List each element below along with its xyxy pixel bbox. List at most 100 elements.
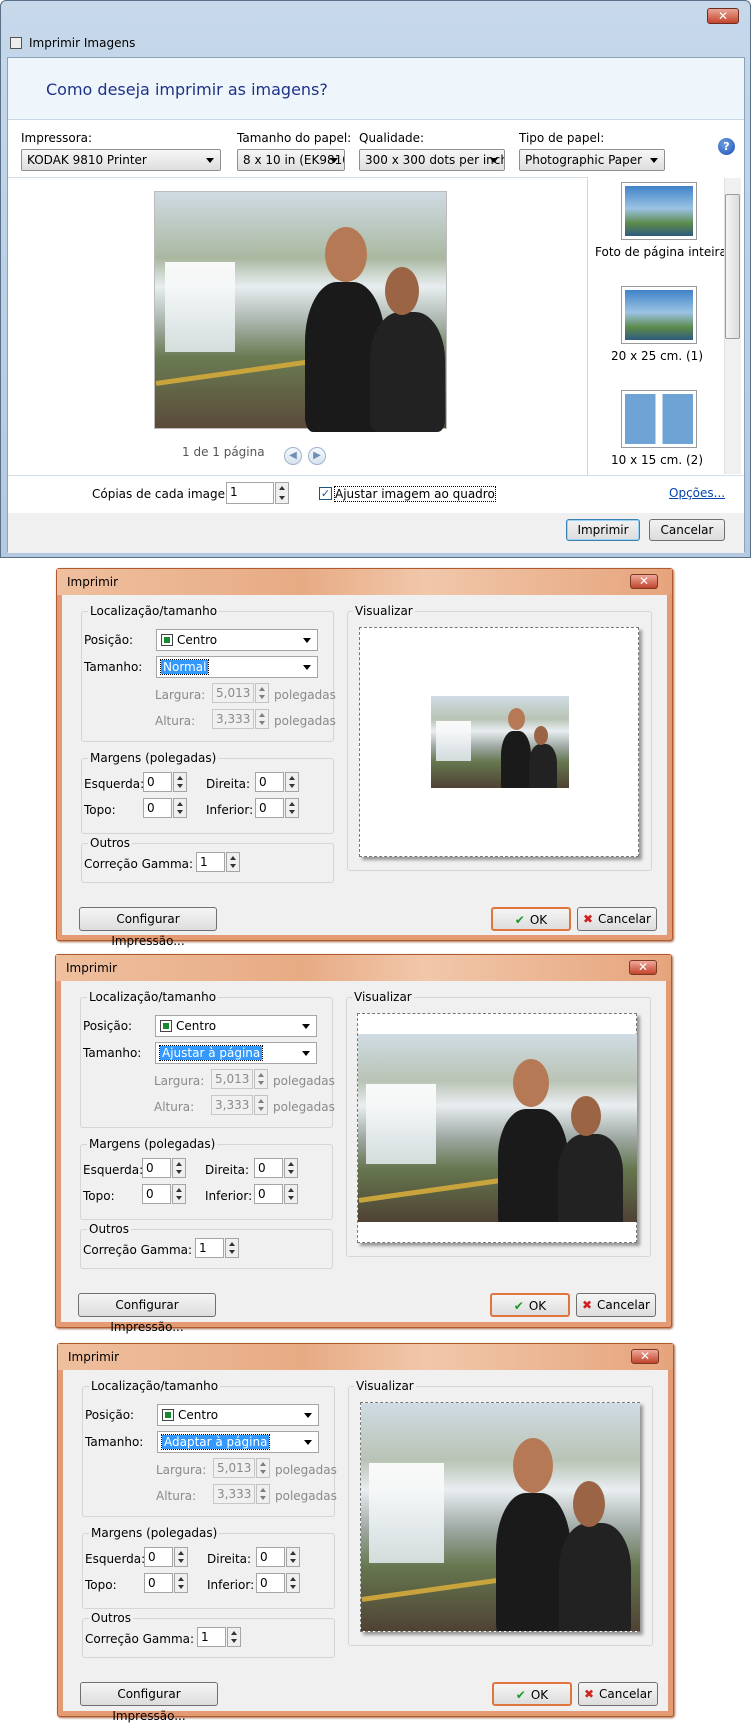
paper-size-select[interactable]: 8 x 10 in (EK9810 xyxy=(237,149,345,171)
left-margin-spinner[interactable] xyxy=(172,1158,186,1178)
top-margin-spinner[interactable] xyxy=(174,1573,188,1593)
close-button[interactable]: ✕ xyxy=(630,574,658,589)
top-margin-label: Topo: xyxy=(85,1578,117,1592)
height-spinner[interactable] xyxy=(255,709,269,729)
gamma-input[interactable]: 1 xyxy=(196,852,225,872)
layout-thumb-10x15[interactable] xyxy=(621,390,697,448)
gamma-label: Correção Gamma: xyxy=(83,1243,193,1257)
right-margin-input[interactable]: 0 xyxy=(256,1547,285,1567)
position-select[interactable]: Centro xyxy=(155,1015,317,1037)
print-pictures-window: ✕ Imprimir Imagens Como deseja imprimir … xyxy=(0,0,751,558)
close-button[interactable]: ✕ xyxy=(629,960,657,975)
print-setup-button[interactable]: Configurar Impressão... xyxy=(79,907,217,948)
bottom-margin-spinner[interactable] xyxy=(284,1184,298,1204)
left-margin-label: Esquerda: xyxy=(84,777,145,791)
printer-icon xyxy=(10,37,22,49)
window-close-button[interactable]: ✕ xyxy=(707,8,739,24)
layout-label-10x15[interactable]: 10 x 15 cm. (2) xyxy=(595,453,719,467)
print-setup-button[interactable]: Configurar Impressão... xyxy=(78,1293,216,1334)
width-spinner[interactable] xyxy=(255,683,269,703)
printer-select[interactable]: KODAK 9810 Printer xyxy=(21,149,221,171)
position-select[interactable]: Centro xyxy=(157,1404,319,1426)
gamma-spinner[interactable] xyxy=(226,852,240,872)
right-margin-spinner[interactable] xyxy=(285,772,299,792)
right-margin-spinner[interactable] xyxy=(284,1158,298,1178)
width-spinner[interactable] xyxy=(254,1069,268,1089)
position-select[interactable]: Centro xyxy=(156,629,318,651)
gamma-input[interactable]: 1 xyxy=(195,1238,224,1258)
top-margin-input[interactable]: 0 xyxy=(142,1184,171,1204)
paper-type-select[interactable]: Photographic Paper xyxy=(519,149,665,171)
top-margin-spinner[interactable] xyxy=(172,1184,186,1204)
bottom-margin-spinner[interactable] xyxy=(286,1573,300,1593)
left-margin-input[interactable]: 0 xyxy=(144,1547,173,1567)
width-input[interactable]: 5,013 xyxy=(211,1069,253,1089)
gamma-spinner[interactable] xyxy=(225,1238,239,1258)
top-margin-spinner[interactable] xyxy=(173,798,187,818)
cancel-button[interactable]: ✖ Cancelar xyxy=(576,1293,656,1317)
dialog-body: Localização/tamanho Posição: Centro Tama… xyxy=(61,981,666,1334)
size-select[interactable]: Adaptar à página xyxy=(157,1431,319,1453)
woman-figure xyxy=(559,1523,631,1631)
woman-face xyxy=(534,726,548,745)
quality-select[interactable]: 300 x 300 dots per inch xyxy=(359,149,505,171)
bottom-margin-input[interactable]: 0 xyxy=(255,798,284,818)
height-input[interactable]: 3,333 xyxy=(212,709,254,729)
right-margin-spinner[interactable] xyxy=(286,1547,300,1567)
preview-photo xyxy=(361,1403,640,1631)
right-margin-input[interactable]: 0 xyxy=(254,1158,283,1178)
gamma-input[interactable]: 1 xyxy=(197,1627,226,1647)
chevron-down-icon xyxy=(206,158,214,163)
height-input[interactable]: 3,333 xyxy=(213,1484,255,1504)
left-margin-spinner[interactable] xyxy=(173,772,187,792)
close-button[interactable]: ✕ xyxy=(631,1349,659,1364)
copies-input[interactable]: 1 xyxy=(226,482,274,504)
layout-label-full-page[interactable]: Foto de página inteira xyxy=(595,245,727,259)
ok-button[interactable]: ✔ OK xyxy=(490,1293,570,1317)
size-select[interactable]: Normal xyxy=(156,656,318,678)
ok-button[interactable]: ✔ OK xyxy=(491,907,571,931)
left-margin-input[interactable]: 0 xyxy=(142,1158,171,1178)
width-input[interactable]: 5,013 xyxy=(212,683,254,703)
scrollbar-thumb[interactable] xyxy=(725,194,740,339)
top-margin-input[interactable]: 0 xyxy=(143,798,172,818)
cancel-button[interactable]: ✖ Cancelar xyxy=(577,907,657,931)
ok-button[interactable]: ✔ OK xyxy=(492,1682,572,1706)
man-face xyxy=(513,1438,553,1493)
width-spinner[interactable] xyxy=(256,1458,270,1478)
fit-checkbox[interactable]: ✓ xyxy=(319,487,332,500)
height-unit: polegadas xyxy=(273,1100,335,1114)
print-setup-button[interactable]: Configurar Impressão... xyxy=(80,1682,218,1723)
width-unit: polegadas xyxy=(274,688,336,702)
bottom-margin-input[interactable]: 0 xyxy=(254,1184,283,1204)
previous-page-icon[interactable]: ◀ xyxy=(284,447,302,465)
ok-label: OK xyxy=(529,913,548,927)
size-select[interactable]: Ajustar à página xyxy=(155,1042,317,1064)
copies-spinner[interactable] xyxy=(275,482,289,504)
height-input[interactable]: 3,333 xyxy=(211,1095,253,1115)
next-page-icon[interactable]: ▶ xyxy=(308,447,326,465)
fit-label[interactable]: Ajustar imagem ao quadro xyxy=(334,486,496,502)
right-margin-input[interactable]: 0 xyxy=(255,772,284,792)
cancel-button[interactable]: Cancelar xyxy=(649,519,725,541)
options-link[interactable]: Opções... xyxy=(669,486,725,500)
left-margin-spinner[interactable] xyxy=(174,1547,188,1567)
bottom-margin-input[interactable]: 0 xyxy=(256,1573,285,1593)
chevron-down-icon xyxy=(302,1024,310,1029)
position-label: Posição: xyxy=(85,1408,135,1422)
gamma-spinner[interactable] xyxy=(227,1627,241,1647)
preview-photo xyxy=(358,1034,637,1222)
layout-label-20x25[interactable]: 20 x 25 cm. (1) xyxy=(595,349,719,363)
layout-thumb-full-page[interactable] xyxy=(621,182,697,240)
layout-thumb-20x25[interactable] xyxy=(621,286,697,344)
height-spinner[interactable] xyxy=(254,1095,268,1115)
print-button[interactable]: Imprimir xyxy=(566,519,640,541)
width-input[interactable]: 5,013 xyxy=(213,1458,255,1478)
top-margin-input[interactable]: 0 xyxy=(144,1573,173,1593)
ok-label: OK xyxy=(528,1299,547,1313)
height-spinner[interactable] xyxy=(256,1484,270,1504)
left-margin-input[interactable]: 0 xyxy=(143,772,172,792)
help-icon[interactable]: ? xyxy=(718,138,735,155)
bottom-margin-spinner[interactable] xyxy=(285,798,299,818)
cancel-button[interactable]: ✖ Cancelar xyxy=(578,1682,658,1706)
